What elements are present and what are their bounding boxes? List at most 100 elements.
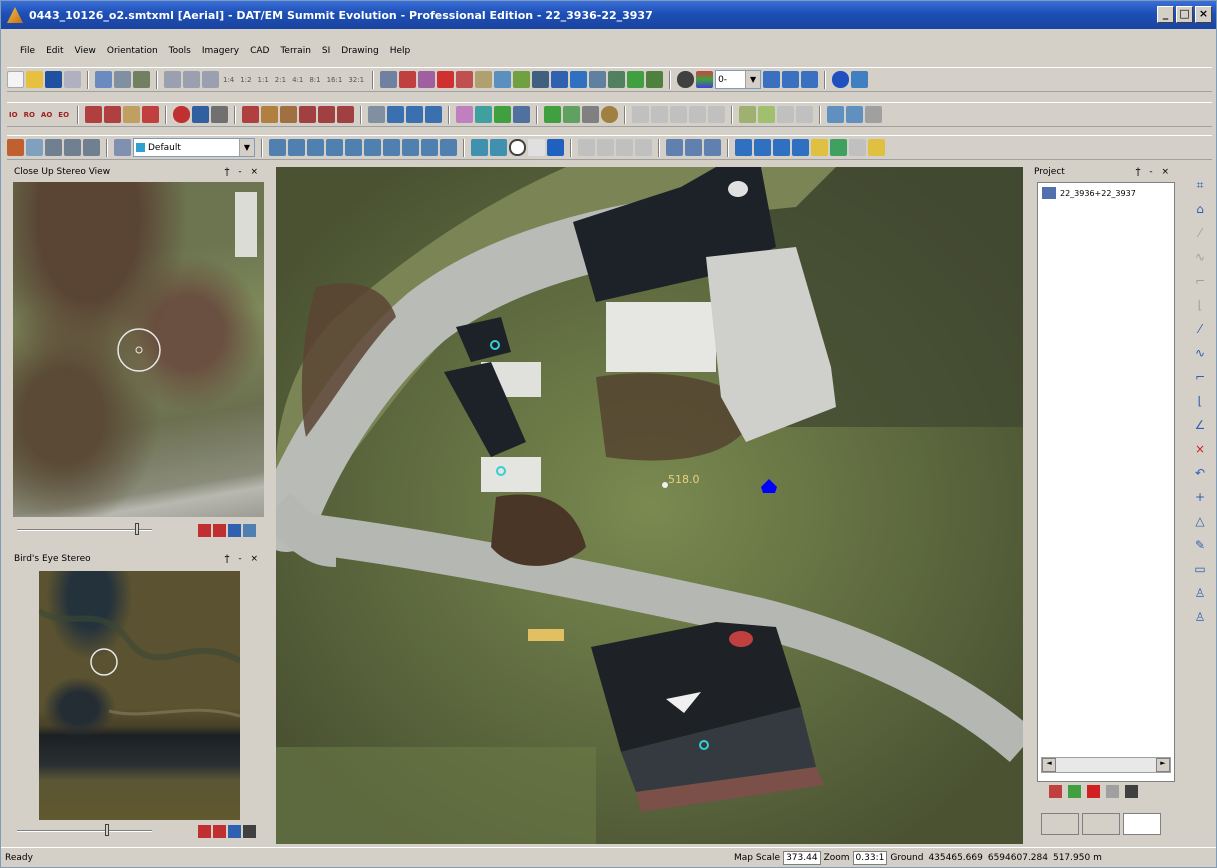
- zoom-ratio-1-1[interactable]: 1:1: [256, 76, 271, 84]
- line-icon[interactable]: [532, 71, 550, 88]
- menu-drawing[interactable]: Drawing: [340, 45, 379, 57]
- relative-orientation-button[interactable]: RO: [22, 111, 37, 119]
- target-icon[interactable]: [173, 106, 191, 123]
- select-tool-icon[interactable]: ⌗: [1190, 175, 1210, 195]
- birds-eye-panel-controls[interactable]: ϯ - ×: [225, 552, 261, 566]
- new-file-icon[interactable]: [7, 71, 24, 88]
- zoom-ratio-32-1[interactable]: 32:1: [346, 76, 366, 84]
- close-up-slider-thumb[interactable]: [135, 523, 139, 535]
- corner-tool-icon[interactable]: ⌊: [1190, 391, 1210, 411]
- window-icon[interactable]: [243, 824, 256, 838]
- interior-orientation-button[interactable]: IO: [7, 111, 20, 119]
- window-tool-icon[interactable]: ▭: [1190, 559, 1210, 579]
- line-tool-icon[interactable]: ⁄: [1190, 223, 1210, 243]
- layout-icon[interactable]: [827, 106, 845, 123]
- curve-icon[interactable]: [739, 106, 757, 123]
- database-icon[interactable]: [773, 139, 790, 156]
- menu-edit[interactable]: Edit: [45, 45, 64, 57]
- panel-icon[interactable]: [513, 106, 531, 123]
- mountain-icon[interactable]: [763, 71, 781, 88]
- terrain-icon[interactable]: [646, 71, 664, 88]
- zoom-ratio-2-1[interactable]: 2:1: [273, 76, 288, 84]
- menu-imagery[interactable]: Imagery: [201, 45, 240, 57]
- forward-icon[interactable]: [563, 106, 581, 123]
- delete-tool-icon[interactable]: ×: [1190, 439, 1210, 459]
- tab-models[interactable]: [1082, 813, 1120, 835]
- scroll-right-icon[interactable]: ►: [1156, 758, 1170, 772]
- window-icon[interactable]: [425, 106, 443, 123]
- spline-icon[interactable]: [364, 139, 381, 156]
- link-icon[interactable]: [796, 106, 814, 123]
- forward-arrow-icon[interactable]: [213, 824, 226, 838]
- close-up-stereo-image[interactable]: [13, 182, 264, 517]
- building-icon[interactable]: [608, 71, 626, 88]
- snap-tool-icon[interactable]: ⌐: [1190, 271, 1210, 291]
- birds-eye-slider-thumb[interactable]: [105, 824, 109, 836]
- remove-model-icon[interactable]: [1049, 784, 1062, 798]
- house-icon[interactable]: [440, 139, 457, 156]
- stack-icon[interactable]: [792, 139, 809, 156]
- ro-tool-icon[interactable]: [104, 106, 122, 123]
- graph-icon[interactable]: [801, 71, 819, 88]
- person-icon[interactable]: [782, 71, 800, 88]
- zoom-in-icon[interactable]: [164, 71, 181, 88]
- cut-icon[interactable]: [670, 106, 688, 123]
- layer-combo[interactable]: Default ▼: [133, 138, 255, 157]
- forward-arrow-icon[interactable]: [213, 523, 226, 537]
- sync-icon[interactable]: [228, 523, 241, 537]
- copy-icon[interactable]: [651, 106, 669, 123]
- warning-icon[interactable]: [811, 139, 828, 156]
- delete-icon[interactable]: [597, 139, 614, 156]
- close-up-zoom-slider[interactable]: [17, 523, 152, 535]
- dropdown-arrow-icon[interactable]: ▼: [239, 139, 254, 156]
- back-arrow-icon[interactable]: [198, 523, 211, 537]
- open-folder-icon[interactable]: [7, 139, 24, 156]
- menu-file[interactable]: File: [19, 45, 36, 57]
- close-up-panel-header[interactable]: Close Up Stereo View ϯ - ×: [11, 165, 264, 179]
- zoom-ratio-8-1[interactable]: 8:1: [307, 76, 322, 84]
- cursor-icon[interactable]: [399, 71, 417, 88]
- properties-icon[interactable]: [1106, 784, 1119, 798]
- corner-tool-icon[interactable]: ⌊: [1190, 295, 1210, 315]
- exterior-orientation-button[interactable]: EO: [56, 111, 71, 119]
- tab-project[interactable]: [1041, 813, 1079, 835]
- chart-icon[interactable]: [513, 71, 531, 88]
- play-icon[interactable]: [544, 106, 562, 123]
- curve-icon[interactable]: [402, 139, 419, 156]
- tools-icon[interactable]: [475, 71, 493, 88]
- person-tool-icon[interactable]: ♙: [1190, 607, 1210, 627]
- crosshair-icon[interactable]: [437, 71, 455, 88]
- note-icon[interactable]: [868, 139, 885, 156]
- polyline-icon[interactable]: [269, 139, 286, 156]
- open-folder-icon[interactable]: [26, 71, 43, 88]
- building-tool-icon[interactable]: ⌂: [1190, 199, 1210, 219]
- import-icon[interactable]: [387, 106, 405, 123]
- window-icon[interactable]: [243, 523, 256, 537]
- add-point-icon[interactable]: +: [1190, 487, 1210, 507]
- menu-cad[interactable]: CAD: [249, 45, 270, 57]
- redo-icon[interactable]: [635, 139, 652, 156]
- menu-si[interactable]: SI: [321, 45, 331, 57]
- menu-tools[interactable]: Tools: [168, 45, 192, 57]
- main-stereo-view[interactable]: 518.0: [276, 167, 1023, 844]
- sheet-icon[interactable]: [735, 139, 752, 156]
- layer-manager-icon[interactable]: [114, 139, 131, 156]
- zoom-ratio-16-1[interactable]: 16:1: [325, 76, 345, 84]
- ro-tool-icon[interactable]: [85, 106, 103, 123]
- save-icon[interactable]: [45, 71, 62, 88]
- layers-icon[interactable]: [211, 106, 229, 123]
- delete-icon[interactable]: [1087, 784, 1100, 798]
- arc-icon[interactable]: [326, 139, 343, 156]
- paint-icon[interactable]: [456, 106, 474, 123]
- grid-icon[interactable]: [261, 106, 279, 123]
- overflow-icon[interactable]: [851, 71, 869, 88]
- pen-icon[interactable]: [123, 106, 141, 123]
- refresh-icon[interactable]: [1125, 784, 1138, 798]
- bars-icon[interactable]: [299, 106, 317, 123]
- calc-icon[interactable]: [849, 139, 866, 156]
- circle-icon[interactable]: [509, 139, 526, 156]
- close-button[interactable]: ×: [1195, 6, 1212, 23]
- project-tree[interactable]: 22_3936+22_3937: [1037, 182, 1175, 782]
- camera-icon[interactable]: [192, 106, 210, 123]
- scroll-left-icon[interactable]: ◄: [1042, 758, 1056, 772]
